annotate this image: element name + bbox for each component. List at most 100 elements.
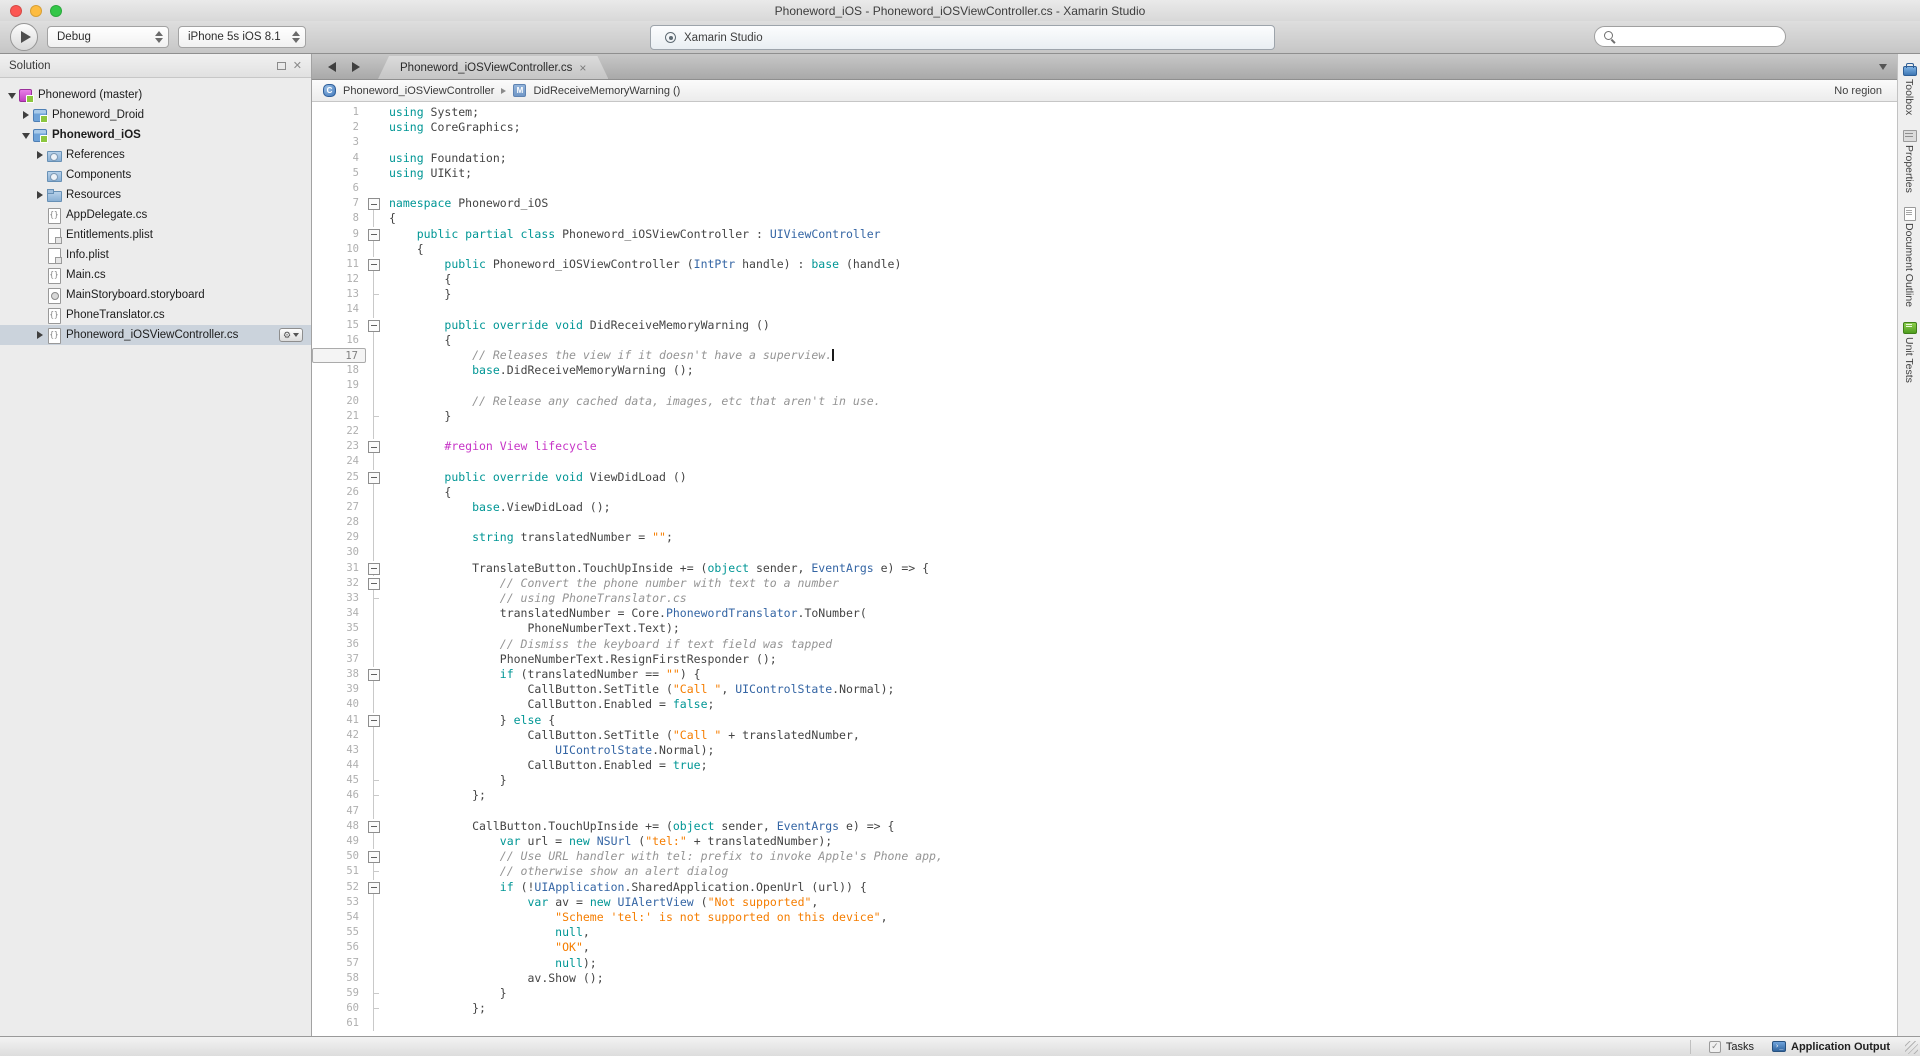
line-number[interactable]: 29 [312, 530, 366, 545]
code-line[interactable]: 4using Foundation; [312, 151, 1897, 166]
code-line[interactable]: 3 [312, 135, 1897, 150]
line-number[interactable]: 38 [312, 667, 366, 682]
code-line[interactable]: 29 string translatedNumber = ""; [312, 530, 1897, 545]
code-line[interactable]: 18 base.DidReceiveMemoryWarning (); [312, 363, 1897, 378]
code-line[interactable]: 12 { [312, 272, 1897, 287]
tree-item-references[interactable]: References [0, 145, 311, 165]
fold-collapse-icon[interactable] [366, 196, 381, 211]
fold-collapse-icon[interactable] [366, 439, 381, 454]
code-line[interactable]: 14 [312, 302, 1897, 317]
expander-closed-icon[interactable] [34, 329, 46, 341]
line-number[interactable]: 52 [312, 880, 366, 895]
line-number[interactable]: 28 [312, 515, 366, 530]
tab-list-chevron-icon[interactable] [1879, 64, 1887, 70]
line-number[interactable]: 27 [312, 500, 366, 515]
breadcrumb-class[interactable]: Phoneword_iOSViewController [343, 85, 494, 97]
line-number[interactable]: 42 [312, 728, 366, 743]
code-line[interactable]: 35 PhoneNumberText.Text); [312, 621, 1897, 636]
fold-collapse-icon[interactable] [366, 318, 381, 333]
expander-open-icon[interactable] [20, 129, 32, 141]
code-line[interactable]: 13 } [312, 287, 1897, 302]
line-number[interactable]: 56 [312, 940, 366, 955]
run-button[interactable] [10, 23, 38, 51]
code-line[interactable]: 8{ [312, 211, 1897, 226]
code-line[interactable]: 59 } [312, 986, 1897, 1001]
code-line[interactable]: 33 // using PhoneTranslator.cs [312, 591, 1897, 606]
code-line[interactable]: 60 }; [312, 1001, 1897, 1016]
tab-close-icon[interactable]: × [579, 62, 586, 74]
tree-item-phoneword-ios[interactable]: Phoneword_iOS [0, 125, 311, 145]
tree-item-phonetranslator-cs[interactable]: PhoneTranslator.cs [0, 305, 311, 325]
line-number[interactable]: 34 [312, 606, 366, 621]
fold-collapse-icon[interactable] [366, 227, 381, 242]
close-window-icon[interactable] [10, 5, 22, 17]
code-line[interactable]: 47 [312, 804, 1897, 819]
expander-closed-icon[interactable] [34, 189, 46, 201]
dock-tab-document-outline[interactable]: Document Outline [1902, 207, 1916, 307]
code-line[interactable]: 43 UIControlState.Normal); [312, 743, 1897, 758]
line-number[interactable]: 39 [312, 682, 366, 697]
code-line[interactable]: 15 public override void DidReceiveMemory… [312, 318, 1897, 333]
dock-pad-icon[interactable] [277, 62, 286, 70]
code-line[interactable]: 24 [312, 454, 1897, 469]
line-number[interactable]: 20 [312, 394, 366, 409]
line-number[interactable]: 13 [312, 287, 366, 302]
fold-collapse-icon[interactable] [366, 713, 381, 728]
code-line[interactable]: 21 } [312, 409, 1897, 424]
line-number[interactable]: 15 [312, 318, 366, 333]
code-line[interactable]: 31 TranslateButton.TouchUpInside += (obj… [312, 561, 1897, 576]
tree-item-mainstoryboard-storyboard[interactable]: MainStoryboard.storyboard [0, 285, 311, 305]
code-line[interactable]: 22 [312, 424, 1897, 439]
status-display[interactable]: Xamarin Studio [650, 25, 1275, 50]
code-line[interactable]: 49 var url = new NSUrl ("tel:" + transla… [312, 834, 1897, 849]
dock-tab-toolbox[interactable]: Toolbox [1902, 63, 1916, 115]
line-number[interactable]: 16 [312, 333, 366, 348]
line-number[interactable]: 40 [312, 697, 366, 712]
line-number[interactable]: 3 [312, 135, 366, 150]
code-line[interactable]: 58 av.Show (); [312, 971, 1897, 986]
line-number[interactable]: 22 [312, 424, 366, 439]
tree-item-phoneword-droid[interactable]: Phoneword_Droid [0, 105, 311, 125]
fold-collapse-icon[interactable] [366, 849, 381, 864]
code-line[interactable]: 34 translatedNumber = Core.PhonewordTran… [312, 606, 1897, 621]
code-line[interactable]: 27 base.ViewDidLoad (); [312, 500, 1897, 515]
tree-item-main-cs[interactable]: Main.cs [0, 265, 311, 285]
code-line[interactable]: 1using System; [312, 105, 1897, 120]
line-number[interactable]: 51 [312, 864, 366, 879]
line-number[interactable]: 7 [312, 196, 366, 211]
code-line[interactable]: 10 { [312, 242, 1897, 257]
code-line[interactable]: 5using UIKit; [312, 166, 1897, 181]
line-number[interactable]: 37 [312, 652, 366, 667]
fold-collapse-icon[interactable] [366, 470, 381, 485]
line-number[interactable]: 26 [312, 485, 366, 500]
line-number[interactable]: 60 [312, 1001, 366, 1016]
zoom-window-icon[interactable] [50, 5, 62, 17]
line-number[interactable]: 24 [312, 454, 366, 469]
line-number[interactable]: 14 [312, 302, 366, 317]
line-number[interactable]: 11 [312, 257, 366, 272]
line-number[interactable]: 21 [312, 409, 366, 424]
navigate-back-icon[interactable] [328, 62, 336, 72]
minimize-window-icon[interactable] [30, 5, 42, 17]
tree-item-appdelegate-cs[interactable]: AppDelegate.cs [0, 205, 311, 225]
expander-closed-icon[interactable] [20, 109, 32, 121]
fold-collapse-icon[interactable] [366, 576, 381, 591]
tree-item-phoneword-iosviewcontroller-cs[interactable]: Phoneword_iOSViewController.cs⚙ [0, 325, 311, 345]
line-number[interactable]: 12 [312, 272, 366, 287]
tab-phoneword-iosviewcontroller[interactable]: Phoneword_iOSViewController.cs × [378, 56, 608, 79]
line-number[interactable]: 50 [312, 849, 366, 864]
line-number[interactable]: 9 [312, 227, 366, 242]
line-number[interactable]: 58 [312, 971, 366, 986]
breadcrumb-method[interactable]: DidReceiveMemoryWarning () [533, 85, 680, 97]
code-line[interactable]: 52 if (!UIApplication.SharedApplication.… [312, 880, 1897, 895]
item-options-gear-button[interactable]: ⚙ [279, 328, 303, 342]
code-line[interactable]: 17 // Releases the view if it doesn't ha… [312, 348, 1897, 363]
tree-item-phoneword-master[interactable]: Phoneword (master) [0, 85, 311, 105]
tree-item-entitlements-plist[interactable]: Entitlements.plist [0, 225, 311, 245]
code-line[interactable]: 39 CallButton.SetTitle ("Call ", UIContr… [312, 682, 1897, 697]
fold-collapse-icon[interactable] [366, 667, 381, 682]
line-number[interactable]: 45 [312, 773, 366, 788]
line-number[interactable]: 36 [312, 637, 366, 652]
search-field[interactable] [1594, 26, 1786, 47]
line-number[interactable]: 5 [312, 166, 366, 181]
